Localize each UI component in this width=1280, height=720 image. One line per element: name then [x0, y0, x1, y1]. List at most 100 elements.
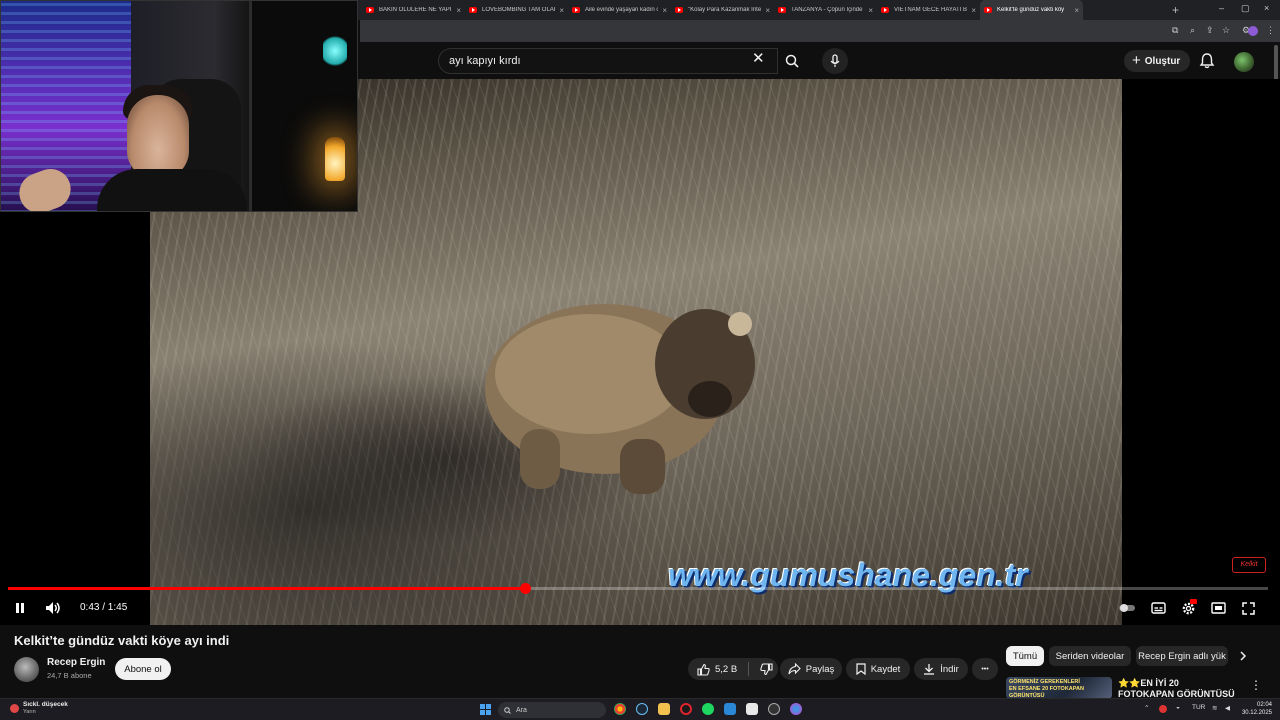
youtube-favicon-icon	[778, 7, 786, 13]
create-button[interactable]: + Oluştur	[1124, 50, 1191, 72]
tray-overflow-icon[interactable]: ⌃	[1144, 704, 1149, 712]
channel-name[interactable]: Recep Ergin	[47, 657, 105, 668]
tab-close-icon[interactable]: ×	[662, 6, 667, 15]
clock-time: 02:04	[1256, 702, 1272, 708]
recommended-video-thumbnail[interactable]: GÖRMENİZ GEREKENLERİ EN EFSANE 20 FOTOKA…	[1006, 677, 1112, 699]
pause-button[interactable]	[12, 598, 28, 618]
opera-app-icon[interactable]	[680, 703, 692, 715]
tab-close-icon[interactable]: ×	[559, 6, 564, 15]
volume-button[interactable]	[44, 598, 62, 618]
browser-menu-icon[interactable]: ⋮	[1266, 25, 1275, 36]
search-input[interactable]: ayı kapıyı kırdı	[438, 48, 778, 74]
subscribe-button[interactable]: Abone ol	[115, 658, 171, 680]
language-indicator[interactable]: TUR	[1192, 704, 1205, 711]
weather-condition: Sıckl. düşecek	[23, 701, 68, 708]
obs-app-icon[interactable]	[768, 703, 780, 715]
youtube-favicon-icon	[675, 7, 683, 13]
browser-tab-3[interactable]: Aile evinde yaşayan kadın ol ×	[568, 0, 671, 20]
maximize-button[interactable]: ▢	[1241, 3, 1250, 14]
chevron-right-icon	[1240, 651, 1247, 661]
like-divider	[748, 662, 750, 676]
store-app-icon[interactable]	[724, 703, 736, 715]
speaker-icon[interactable]: ◀	[1225, 704, 1230, 712]
pause-icon	[16, 603, 24, 613]
wifi-icon[interactable]: ≋	[1212, 704, 1217, 712]
hd-badge	[1190, 599, 1197, 604]
taskbar-search[interactable]: Ara	[498, 702, 606, 718]
autoplay-toggle[interactable]	[1118, 598, 1136, 618]
download-button[interactable]: İndir	[914, 658, 968, 680]
notepad-app-icon[interactable]	[746, 703, 758, 715]
save-button[interactable]: Kaydet	[846, 658, 910, 680]
progress-bar[interactable]	[8, 583, 1268, 594]
settings-button[interactable]	[1179, 598, 1197, 618]
tab-close-icon[interactable]: ×	[1074, 6, 1079, 15]
tab-title: VİETNAM GECE HAYATI BENİ	[894, 7, 968, 13]
theater-mode-icon	[1210, 602, 1226, 614]
browser-app-icon[interactable]	[790, 703, 802, 715]
taskbar-clock[interactable]: 02:04 30.12.2025	[1240, 701, 1272, 717]
start-button[interactable]	[480, 704, 491, 715]
video-player[interactable]: www.gumushane.gen.tr Kelkit	[0, 0, 1280, 625]
chip-series-videos[interactable]: Seriden videolar	[1049, 646, 1131, 666]
account-avatar[interactable]	[1234, 52, 1254, 72]
browser-tab-7[interactable]: Kelkit'te gündüz vakti köy ×	[980, 0, 1083, 20]
share-button[interactable]: Paylaş	[780, 658, 842, 680]
recommended-video-title[interactable]: ⭐⭐EN İYİ 20 FOTOKAPAN GÖRÜNTÜSÜ / TOP 20	[1118, 678, 1236, 700]
bookmark-star-icon[interactable]: ☆	[1222, 25, 1230, 36]
subtitles-icon	[1150, 602, 1166, 614]
dislike-icon[interactable]	[760, 662, 773, 676]
like-icon[interactable]	[697, 663, 710, 676]
progress-scrubber[interactable]	[520, 583, 531, 594]
close-window-button[interactable]: ×	[1264, 3, 1269, 13]
channel-avatar[interactable]	[14, 657, 39, 682]
tab-close-icon[interactable]: ×	[456, 6, 461, 15]
webcam-person-face	[127, 95, 189, 179]
tray-app-icon[interactable]	[1159, 705, 1167, 713]
spotify-app-icon[interactable]	[702, 703, 714, 715]
chip-channel-uploads[interactable]: Recep Ergin adlı yük	[1136, 646, 1228, 666]
notifications-bell-icon[interactable]	[1198, 52, 1216, 70]
tray-network-icon[interactable]: ◒	[1176, 704, 1180, 711]
voice-search-button[interactable]	[822, 48, 848, 74]
recommended-video-menu-icon[interactable]: ⋮	[1250, 678, 1262, 692]
file-explorer-icon[interactable]	[658, 703, 670, 715]
browser-profile-avatar[interactable]	[1248, 26, 1258, 36]
subtitles-button[interactable]	[1149, 598, 1167, 618]
chip-all[interactable]: Tümü	[1006, 646, 1044, 666]
install-app-icon[interactable]: ⧉	[1172, 25, 1178, 36]
more-actions-button[interactable]: •••	[972, 658, 998, 680]
tab-close-icon[interactable]: ×	[765, 6, 770, 15]
webcam-overlay	[0, 0, 358, 212]
share-page-icon[interactable]: ⇪	[1206, 25, 1214, 36]
browser-tab-5[interactable]: TANZANYA - Çöpün İçinde Ş ×	[774, 0, 877, 20]
save-label: Kaydet	[870, 663, 901, 675]
browser-toolbar: ⧉ ⌕ ⇪ ☆ ⚙ ⋮	[360, 20, 1280, 42]
browser-tab-2[interactable]: LOVEBOMBING TAM OLARAK ×	[465, 0, 568, 20]
webcam-figurine	[323, 33, 347, 69]
theater-mode-button[interactable]	[1209, 598, 1227, 618]
share-icon	[788, 663, 801, 675]
chrome-app-icon[interactable]	[614, 703, 626, 715]
tab-title: "Kolay Para Kazanmak İnterk	[688, 7, 762, 13]
youtube-favicon-icon	[366, 7, 374, 13]
weather-widget[interactable]: Sıckl. düşecek Yarın	[10, 701, 68, 716]
fullscreen-button[interactable]	[1239, 598, 1257, 618]
webcam-lamp	[325, 137, 345, 181]
zoom-icon[interactable]: ⌕	[1190, 25, 1195, 36]
clear-search-icon[interactable]: ✕	[752, 51, 765, 67]
tab-title: Aile evinde yaşayan kadın ol	[585, 7, 659, 13]
chips-next-button[interactable]	[1236, 647, 1250, 665]
steam-app-icon[interactable]	[636, 703, 648, 715]
browser-tab-4[interactable]: "Kolay Para Kazanmak İnterk ×	[671, 0, 774, 20]
browser-tab-6[interactable]: VİETNAM GECE HAYATI BENİ×	[877, 0, 980, 20]
like-count[interactable]: 5,2 B	[715, 664, 737, 675]
minimize-button[interactable]: –	[1219, 3, 1224, 13]
windows-taskbar: Sıckl. düşecek Yarın Ara ⌃ ◒ TUR ≋ ◀ 02:…	[0, 698, 1280, 720]
new-tab-button[interactable]: +	[1172, 3, 1179, 17]
search-button[interactable]	[780, 48, 804, 74]
tab-list: BAKIN ÖLÜLERE NE YAPIYOR×LOVEBOMBING TAM…	[362, 0, 1083, 20]
tab-close-icon[interactable]: ×	[868, 6, 873, 15]
tab-close-icon[interactable]: ×	[971, 6, 976, 15]
browser-tab-1[interactable]: BAKIN ÖLÜLERE NE YAPIYOR ×	[362, 0, 465, 20]
